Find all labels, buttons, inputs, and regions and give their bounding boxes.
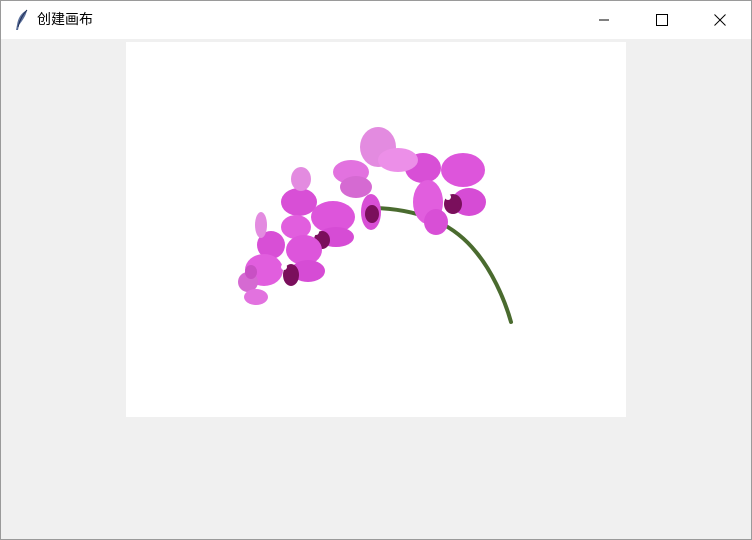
close-button[interactable] — [691, 1, 749, 39]
canvas[interactable] — [126, 42, 626, 417]
app-window: 创建画布 — [0, 0, 752, 540]
close-icon — [714, 14, 726, 26]
feather-icon — [13, 9, 31, 31]
maximize-icon — [656, 14, 668, 26]
maximize-button[interactable] — [633, 1, 691, 39]
window-title: 创建画布 — [37, 12, 93, 28]
title-bar[interactable]: 创建画布 — [1, 1, 751, 39]
minimize-button[interactable] — [575, 1, 633, 39]
orchid-image — [238, 127, 513, 324]
minimize-icon — [599, 19, 609, 21]
client-area — [1, 39, 751, 539]
